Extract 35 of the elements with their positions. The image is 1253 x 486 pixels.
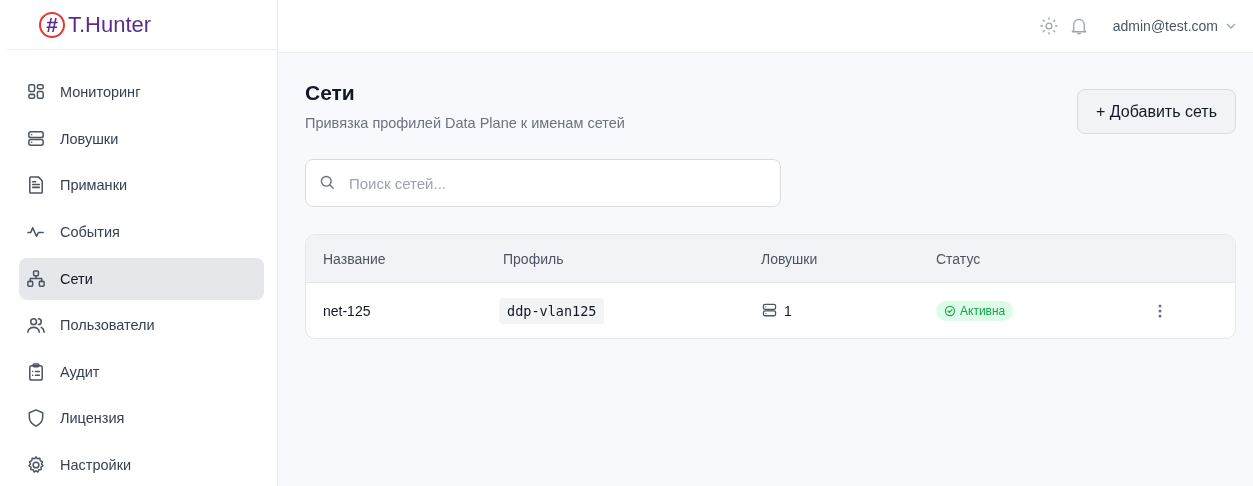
logo-text: T.Hunter xyxy=(68,11,152,38)
sidebar-item[interactable]: Пользователи xyxy=(19,304,264,347)
sidebar-item[interactable]: Приманки xyxy=(19,164,264,207)
network-icon xyxy=(26,268,46,289)
more-options-button[interactable] xyxy=(1158,303,1162,318)
check-circle-icon xyxy=(944,304,956,317)
sidebar-item[interactable]: Ловушки xyxy=(19,117,264,160)
column-header: Ловушки xyxy=(761,250,819,267)
trap-count: 1 xyxy=(784,302,792,319)
gear-icon xyxy=(26,455,46,475)
sidebar-item[interactable]: Аудит xyxy=(19,350,264,393)
sidebar-item[interactable]: Мониторинг xyxy=(19,71,264,114)
page-subtitle: Привязка профилей Data Plane к именам сетей xyxy=(305,115,625,131)
search-field[interactable]: Поиск сетей... xyxy=(305,159,781,207)
server-icon xyxy=(761,302,778,319)
column-header: Профиль xyxy=(503,250,565,267)
page-title: Сети xyxy=(305,81,356,105)
column-header: Название xyxy=(323,250,387,267)
chevron-down-icon xyxy=(1226,23,1236,29)
sidebar-item[interactable]: Настройки xyxy=(19,444,264,486)
sidebar-item[interactable]: Сети xyxy=(19,257,264,300)
clipboard-icon xyxy=(26,361,46,382)
shield-icon xyxy=(26,408,46,429)
network-name: net-125 xyxy=(323,302,372,319)
document-icon xyxy=(26,175,46,196)
users-icon xyxy=(26,315,46,336)
sidebar-item[interactable]: События xyxy=(19,211,264,254)
profile-code: ddp-vlan125 xyxy=(499,297,605,324)
server-icon xyxy=(26,128,46,149)
add-network-button[interactable]: + Добавить сеть xyxy=(1077,89,1236,134)
column-header: Статус xyxy=(936,250,982,267)
status-badge: Активна xyxy=(936,300,1014,321)
logo-mark: # xyxy=(39,11,65,38)
sidebar-item[interactable]: Лицензия xyxy=(19,397,264,440)
sun-icon[interactable] xyxy=(1038,16,1059,36)
